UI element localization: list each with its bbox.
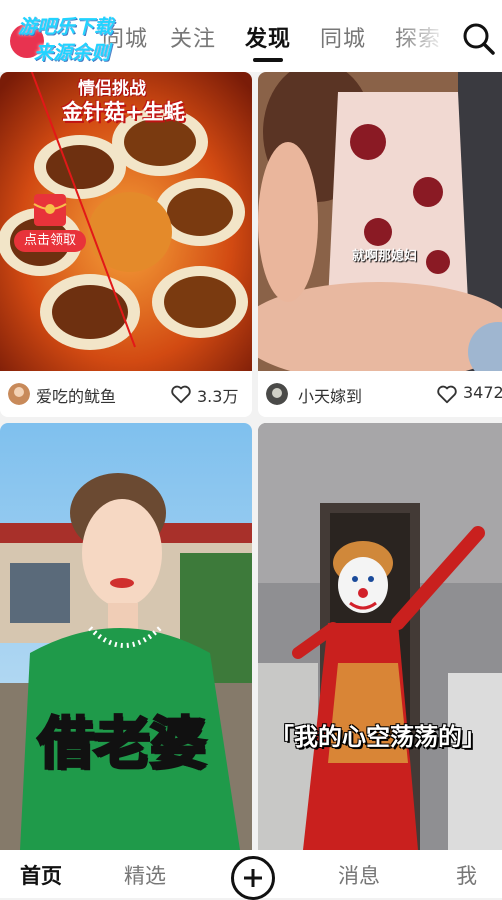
clown-mask-bride-image <box>258 423 502 850</box>
watermark-line-2: 来源余则 <box>34 42 111 64</box>
search-icon[interactable] <box>460 20 496 56</box>
red-packet-promo[interactable]: 点击领取 <box>14 192 86 254</box>
video-title-main: 金针菇+生蚝 <box>62 100 185 124</box>
watermark-overlay: 游吧乐下载 来源余则 <box>6 8 156 70</box>
nav-me[interactable]: 我 <box>456 860 477 890</box>
card-meta: 小天嫁到 3472 <box>258 371 502 417</box>
author-name[interactable]: 小天嫁到 <box>298 383 362 407</box>
feed-card-thumbnail[interactable]: 就啊那媳妇 <box>258 72 502 371</box>
feed-card-3[interactable]: 借老婆 <box>0 423 252 850</box>
red-envelope-icon <box>33 194 67 226</box>
author-avatar[interactable] <box>8 383 30 405</box>
watermark-line-1: 游吧乐下载 <box>18 16 114 38</box>
feed-card-thumbnail[interactable]: 情侣挑战 金针菇+生蚝 点击领取 <box>0 72 252 371</box>
feed-card-1[interactable]: 情侣挑战 金针菇+生蚝 点击领取 爱吃的鱿鱼 3.3万 <box>0 72 252 417</box>
author-avatar[interactable] <box>266 383 288 405</box>
nav-featured[interactable]: 精选 <box>124 860 166 890</box>
heart-icon[interactable] <box>436 383 458 405</box>
nav-home[interactable]: 首页 <box>20 860 62 890</box>
feed-card-thumbnail[interactable]: 「我的心空荡荡的」 <box>258 423 502 850</box>
video-caption: 「我的心空荡荡的」 <box>270 723 486 751</box>
tab-discover[interactable]: 发现 <box>245 22 291 58</box>
nav-messages[interactable]: 消息 <box>338 860 380 890</box>
card-meta: 爱吃的鱿鱼 3.3万 <box>0 371 252 417</box>
plus-icon[interactable] <box>231 856 275 900</box>
active-tab-indicator <box>253 58 283 62</box>
feed-card-4[interactable]: 「我的心空荡荡的」 <box>258 423 502 850</box>
tab-fade <box>395 20 455 60</box>
author-name[interactable]: 爱吃的鱿鱼 <box>36 383 116 407</box>
video-caption: 就啊那媳妇 <box>352 249 418 264</box>
heart-icon[interactable] <box>170 383 192 405</box>
woman-green-top-image <box>0 423 252 850</box>
feed-card-2[interactable]: 就啊那媳妇 小天嫁到 3472 <box>258 72 502 417</box>
video-caption: 借老婆 <box>37 711 208 779</box>
tab-local[interactable]: 同城 <box>320 22 366 58</box>
feed-card-thumbnail[interactable]: 借老婆 <box>0 423 252 850</box>
woman-floral-dress-image <box>258 72 502 371</box>
like-count: 3.3万 <box>197 387 239 406</box>
claim-button[interactable]: 点击领取 <box>14 230 86 252</box>
like-count: 3472 <box>463 383 502 402</box>
tab-following[interactable]: 关注 <box>170 22 216 58</box>
